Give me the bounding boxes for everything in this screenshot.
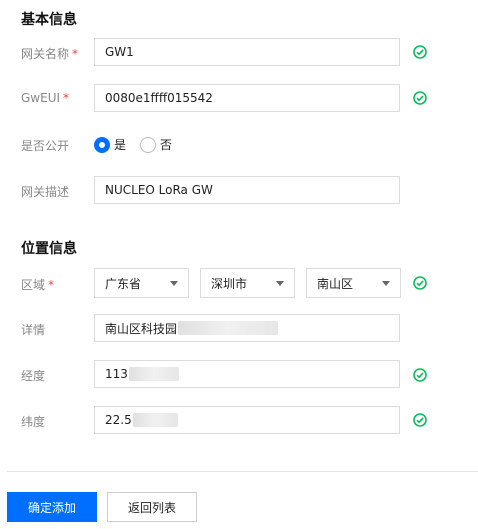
caret-down-icon [170,280,178,286]
check-circle-icon [413,413,427,427]
latitude-value: 22.5 [105,413,132,427]
province-select[interactable]: 广东省 [94,268,189,298]
required-mark: * [48,278,55,292]
section-title-basic: 基本信息 [21,12,77,28]
gweui-input[interactable]: 0080e1ffff015542 [94,84,400,112]
required-mark: * [63,91,70,105]
radio-yes[interactable]: 是 [94,136,126,153]
radio-no-label: 否 [160,138,173,152]
city-value: 深圳市 [211,276,248,291]
radio-no[interactable]: 否 [140,136,172,153]
province-value: 广东省 [105,276,142,291]
detail-label: 详情 [21,323,46,337]
check-circle-icon [413,368,427,382]
check-circle-icon [413,45,427,59]
longitude-label: 经度 [21,369,46,383]
detail-value: 南山区科技园 [105,321,178,336]
district-select[interactable]: 南山区 [306,268,401,298]
detail-input[interactable]: 南山区科技园 [94,314,400,342]
district-value: 南山区 [317,276,354,291]
city-select[interactable]: 深圳市 [200,268,295,298]
region-label: 区域 * [21,278,55,292]
check-circle-icon [413,276,427,290]
check-circle-icon [413,91,427,105]
latitude-label: 纬度 [21,415,46,429]
radio-unchecked-icon [140,136,157,153]
radio-checked-icon [94,136,110,153]
caret-down-icon [382,280,390,286]
longitude-value: 113 [105,367,128,381]
section-title-location: 位置信息 [21,241,77,257]
gweui-label: GwEUI * [21,91,70,105]
is-public-radio-group: 是 否 [94,136,186,153]
description-label: 网关描述 [21,185,70,199]
gateway-name-label: 网关名称 * [21,47,79,61]
back-to-list-button[interactable]: 返回列表 [107,492,197,522]
is-public-label: 是否公开 [21,139,70,153]
description-value: NUCLEO LoRa GW [105,183,213,197]
description-input[interactable]: NUCLEO LoRa GW [94,176,400,204]
caret-down-icon [276,280,284,286]
redacted-text [128,367,179,381]
gateway-name-input[interactable]: GW1 [94,38,400,66]
redacted-text [178,321,279,335]
radio-yes-label: 是 [114,138,127,152]
divider [7,471,478,472]
gweui-value: 0080e1ffff015542 [105,91,213,105]
confirm-add-button[interactable]: 确定添加 [7,492,97,522]
latitude-input[interactable]: 22.5 [94,406,400,434]
redacted-text [132,413,178,427]
longitude-input[interactable]: 113 [94,360,400,388]
gateway-name-value: GW1 [105,45,134,59]
required-mark: * [72,47,79,61]
